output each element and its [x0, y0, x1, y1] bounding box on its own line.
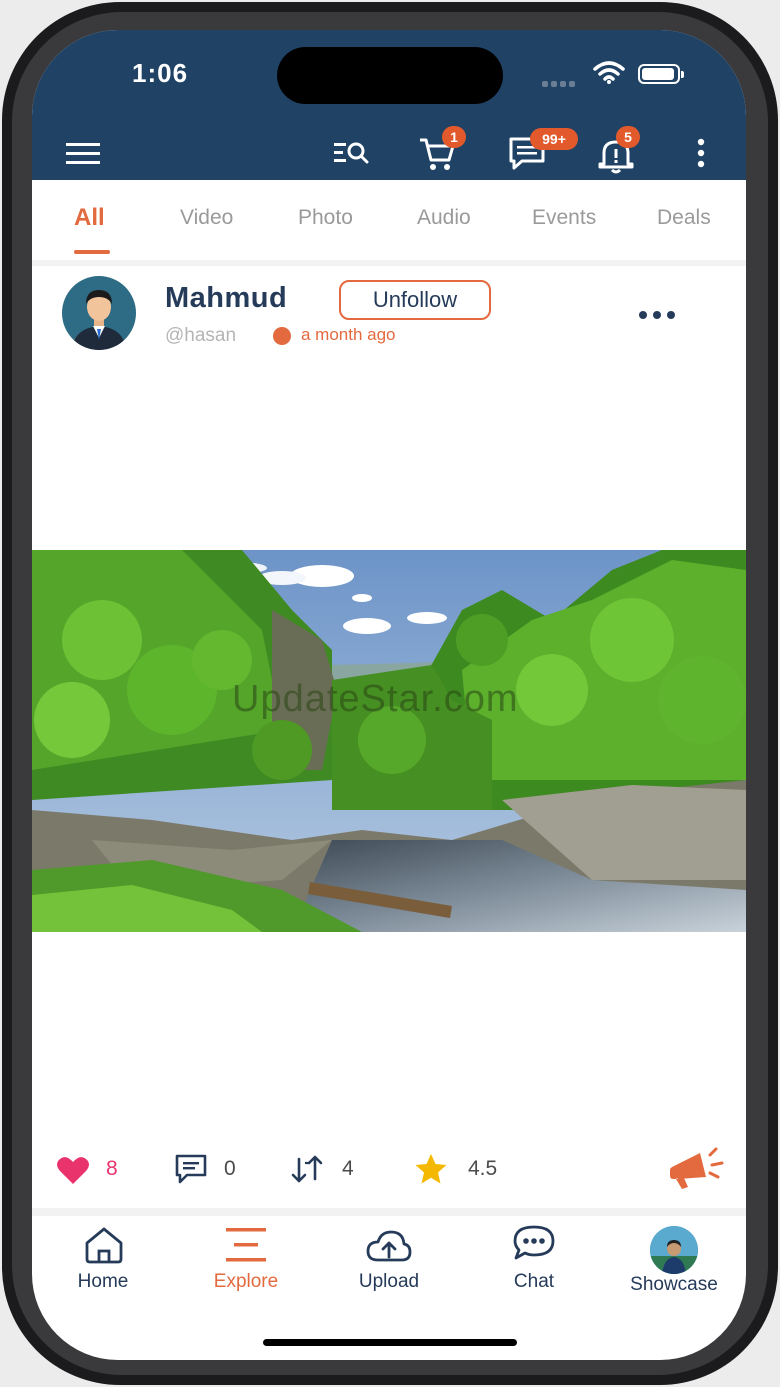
comment-button[interactable]: 0 — [174, 1153, 254, 1189]
home-icon — [85, 1227, 123, 1264]
tab-all[interactable]: All — [74, 204, 105, 232]
nav-upload-label: Upload — [358, 1271, 420, 1292]
wifi-icon — [593, 61, 625, 84]
active-tab-indicator — [74, 250, 110, 254]
rating-value: 4.5 — [468, 1157, 498, 1180]
battery-icon — [638, 64, 684, 84]
menu-icon[interactable] — [66, 142, 102, 166]
megaphone-icon[interactable] — [668, 1145, 726, 1191]
tab-events[interactable]: Events — [532, 206, 596, 230]
messages-badge: 99+ — [530, 128, 578, 150]
cloud-upload-icon — [366, 1230, 412, 1262]
status-time: 1:06 — [132, 58, 189, 88]
nav-chat-label: Chat — [513, 1271, 555, 1292]
post-actions: 8 0 4 4.5 — [32, 1145, 746, 1195]
time-dot-icon — [273, 327, 291, 345]
more-vertical-icon[interactable] — [696, 138, 706, 168]
nav-chat[interactable]: Chat — [494, 1220, 574, 1298]
messages-button[interactable]: 99+ — [508, 128, 588, 174]
explore-icon — [226, 1228, 266, 1262]
nav-home-label: Home — [77, 1271, 129, 1292]
repost-icon — [291, 1155, 323, 1183]
author-handle: @hasan — [165, 325, 237, 346]
heart-icon — [57, 1157, 89, 1184]
dynamic-island — [277, 47, 503, 104]
post-header: Mahmud Unfollow @hasan a month ago — [32, 266, 746, 366]
post-time: a month ago — [301, 325, 396, 344]
like-count: 8 — [106, 1157, 118, 1180]
tab-photo[interactable]: Photo — [298, 206, 353, 230]
share-button[interactable]: 4 — [290, 1153, 370, 1189]
more-horizontal-icon[interactable] — [638, 310, 678, 320]
post-image[interactable]: UpdateStar.com — [32, 550, 746, 932]
filter-tabs: All Video Photo Audio Events Deals — [32, 180, 746, 266]
person-icon — [72, 290, 126, 350]
nav-explore-label: Explore — [213, 1271, 279, 1292]
notifications-badge: 5 — [616, 126, 640, 148]
showcase-avatar — [650, 1226, 698, 1274]
star-icon — [415, 1154, 447, 1184]
like-button[interactable]: 8 — [56, 1153, 126, 1189]
tab-deals[interactable]: Deals — [657, 206, 711, 230]
unfollow-button[interactable]: Unfollow — [339, 280, 491, 320]
cellular-signal-icon — [542, 74, 580, 87]
nav-explore[interactable]: Explore — [198, 1220, 294, 1298]
search-list-icon[interactable] — [334, 140, 374, 166]
nav-home[interactable]: Home — [62, 1220, 144, 1298]
nav-upload[interactable]: Upload — [344, 1220, 434, 1298]
author-name[interactable]: Mahmud — [165, 282, 287, 315]
person-photo-icon — [650, 1226, 698, 1274]
top-bar: 1:06 1 99+ 5 — [32, 30, 746, 180]
cart-button[interactable]: 1 — [418, 126, 468, 174]
app-screen: 1:06 1 99+ 5 All Video Photo Audio Event… — [32, 30, 746, 1360]
nav-showcase[interactable]: Showcase — [618, 1220, 730, 1300]
tab-audio[interactable]: Audio — [417, 206, 471, 230]
cart-badge: 1 — [442, 126, 466, 148]
rating-button[interactable]: 4.5 — [414, 1153, 514, 1189]
image-watermark: UpdateStar.com — [232, 678, 519, 720]
tab-video[interactable]: Video — [180, 206, 233, 230]
share-count: 4 — [342, 1157, 354, 1180]
author-avatar[interactable] — [62, 276, 136, 350]
comment-count: 0 — [224, 1157, 236, 1180]
bottom-nav-divider — [32, 1208, 746, 1216]
forest-landscape-image — [32, 550, 746, 932]
home-indicator[interactable] — [263, 1339, 517, 1346]
nav-showcase-label: Showcase — [630, 1274, 718, 1295]
comment-icon — [175, 1154, 207, 1184]
notifications-button[interactable]: 5 — [598, 126, 648, 174]
chat-bubble-icon — [513, 1225, 555, 1260]
